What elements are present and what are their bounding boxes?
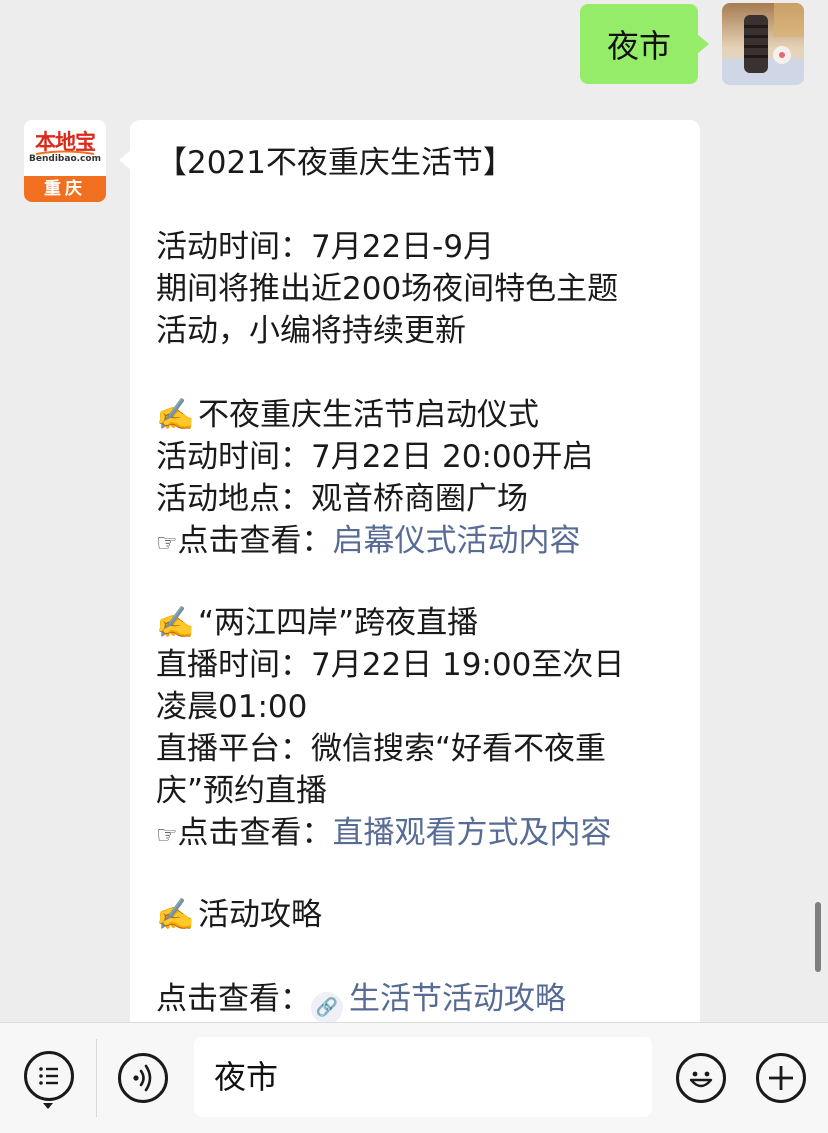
pointing-hand-icon: ☞ <box>156 821 178 849</box>
section-line: 活动时间：7月22日 20:00开启 <box>156 439 594 475</box>
section-heading: ✍️ 活动攻略 <box>156 894 680 936</box>
menu-list-button[interactable] <box>24 1051 74 1101</box>
scrollbar-thumb[interactable] <box>815 902 821 972</box>
livestream-link[interactable]: 直播观看方式及内容 <box>333 815 612 851</box>
outgoing-message-bubble[interactable]: 夜市 <box>580 4 709 84</box>
section-title: 活动攻略 <box>198 897 322 933</box>
emoji-button[interactable] <box>676 1053 726 1103</box>
chat-screen: 夜市 本地宝 Bendibao.com 重庆 【2021不夜重庆生活节】 活动时… <box>0 0 828 1133</box>
chat-input-bar: 夜市 <box>0 1022 828 1133</box>
menu-list-icon <box>39 1067 58 1085</box>
section-heading: ✍️ 不夜重庆生活节启动仪式 <box>156 394 680 436</box>
message-input[interactable]: 夜市 <box>194 1037 652 1117</box>
intro-line: 期间将推出近200场夜间特色主题 <box>156 271 619 307</box>
plus-icon <box>769 1066 793 1090</box>
link-prefix: 点击查看： <box>156 981 311 1017</box>
link-row: 点击查看： 🔗 生活节活动攻略 <box>156 978 680 1024</box>
section-line: 凌晨01:00 <box>156 689 308 725</box>
writing-hand-icon: ✍️ <box>156 605 195 641</box>
section-line: 直播平台：微信搜索“好看不夜重 <box>156 731 607 767</box>
opening-ceremony-link[interactable]: 启幕仪式活动内容 <box>333 523 581 559</box>
menu-caret-icon <box>43 1103 53 1109</box>
writing-hand-icon: ✍️ <box>156 897 195 933</box>
voice-input-button[interactable] <box>118 1053 168 1103</box>
my-avatar[interactable] <box>722 3 804 85</box>
more-options-button[interactable] <box>756 1053 806 1103</box>
my-avatar-image <box>722 3 804 85</box>
section-heading: ✍️ “两江四岸”跨夜直播 <box>156 602 680 644</box>
incoming-message-bubble[interactable]: 【2021不夜重庆生活节】 活动时间：7月22日-9月 期间将推出近200场夜间… <box>119 120 700 1060</box>
sender-logo-subtext: Bendibao.com <box>29 154 101 164</box>
writing-hand-icon: ✍️ <box>156 397 195 433</box>
sender-avatar[interactable]: 本地宝 Bendibao.com 重庆 <box>24 120 106 202</box>
link-chain-icon: 🔗 <box>311 992 343 1024</box>
intro-line: 活动时间：7月22日-9月 <box>156 229 495 265</box>
pointing-hand-icon: ☞ <box>156 529 178 557</box>
festival-guide-link[interactable]: 生活节活动攻略 <box>349 981 566 1017</box>
link-row: ☞点击查看：启幕仪式活动内容 <box>156 520 680 562</box>
link-prefix: 点击查看： <box>177 815 333 851</box>
voice-icon <box>133 1064 152 1092</box>
emoji-icon <box>689 1071 713 1088</box>
message-title: 【2021不夜重庆生活节】 <box>156 145 514 181</box>
section-line: 庆”预约直播 <box>156 773 328 809</box>
section-title: “两江四岸”跨夜直播 <box>198 605 479 641</box>
link-prefix: 点击查看： <box>177 523 333 559</box>
section-line: 活动地点：观音桥商圈广场 <box>156 481 528 517</box>
outgoing-message-text: 夜市 <box>606 27 671 65</box>
section-line: 直播时间：7月22日 19:00至次日 <box>156 647 625 683</box>
sender-city-label: 重庆 <box>24 176 106 202</box>
link-row: ☞点击查看：直播观看方式及内容 <box>156 812 680 854</box>
sender-logo: 本地宝 Bendibao.com <box>24 120 106 176</box>
intro-line: 活动，小编将持续更新 <box>156 313 466 349</box>
section-title: 不夜重庆生活节启动仪式 <box>198 397 539 433</box>
